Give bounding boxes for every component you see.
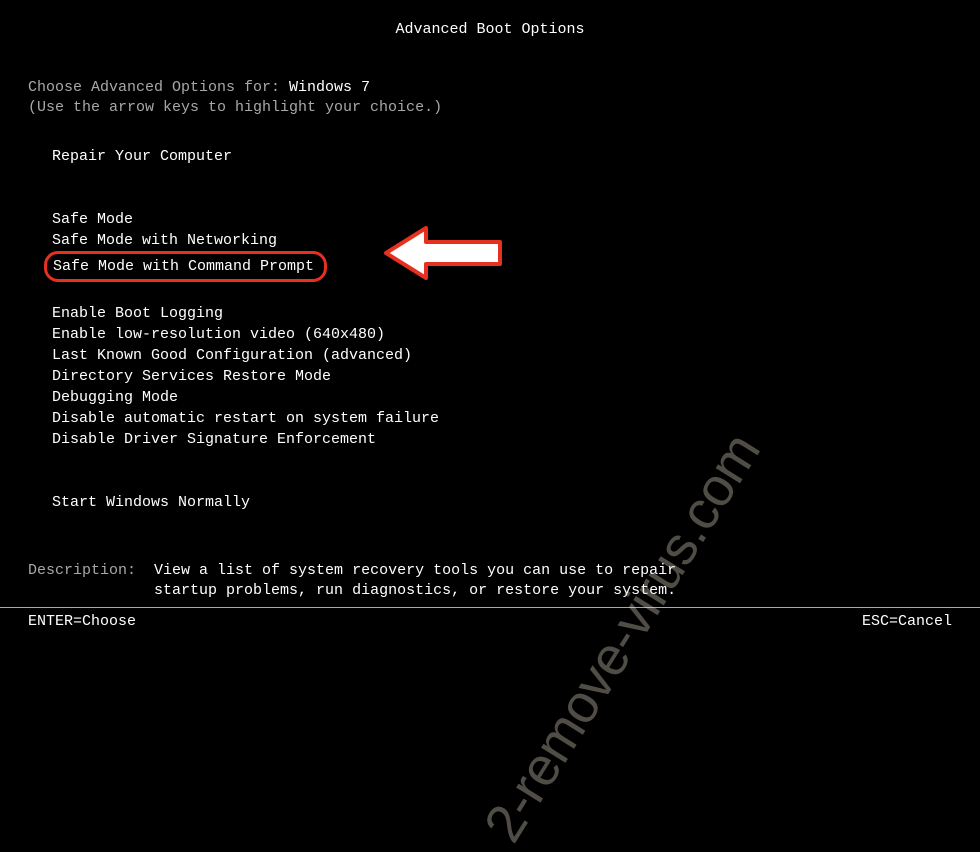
description-text: View a list of system recovery tools you…	[154, 561, 714, 601]
menu-item-safemode-cmd[interactable]: Safe Mode with Command Prompt	[44, 251, 327, 282]
menu-item-safemode-net[interactable]: Safe Mode with Networking	[52, 230, 952, 251]
page-title: Advanced Boot Options	[28, 20, 952, 40]
footer: ENTER=Choose ESC=Cancel	[28, 612, 952, 632]
menu-item-lkgc[interactable]: Last Known Good Configuration (advanced)	[52, 345, 952, 366]
menu-item-safemode[interactable]: Safe Mode	[52, 209, 952, 230]
menu-item-nodriversig[interactable]: Disable Driver Signature Enforcement	[52, 429, 952, 450]
menu-item-noautorestart[interactable]: Disable automatic restart on system fail…	[52, 408, 952, 429]
description-label: Description:	[28, 561, 136, 601]
menu-item-lowres[interactable]: Enable low-resolution video (640x480)	[52, 324, 952, 345]
footer-esc: ESC=Cancel	[862, 612, 952, 632]
instructions-hint: (Use the arrow keys to highlight your ch…	[28, 99, 442, 116]
boot-menu: Repair Your Computer Safe Mode Safe Mode…	[52, 146, 952, 513]
menu-item-startnormal[interactable]: Start Windows Normally	[52, 492, 952, 513]
instructions-prefix: Choose Advanced Options for:	[28, 79, 289, 96]
footer-enter: ENTER=Choose	[28, 612, 136, 632]
description: Description: View a list of system recov…	[28, 561, 952, 601]
menu-item-dsrm[interactable]: Directory Services Restore Mode	[52, 366, 952, 387]
menu-item-bootlog[interactable]: Enable Boot Logging	[52, 303, 952, 324]
footer-rule	[0, 607, 980, 608]
menu-item-repair[interactable]: Repair Your Computer	[52, 146, 952, 167]
os-name: Windows 7	[289, 79, 370, 96]
instructions: Choose Advanced Options for: Windows 7 (…	[28, 78, 952, 118]
menu-item-debug[interactable]: Debugging Mode	[52, 387, 952, 408]
